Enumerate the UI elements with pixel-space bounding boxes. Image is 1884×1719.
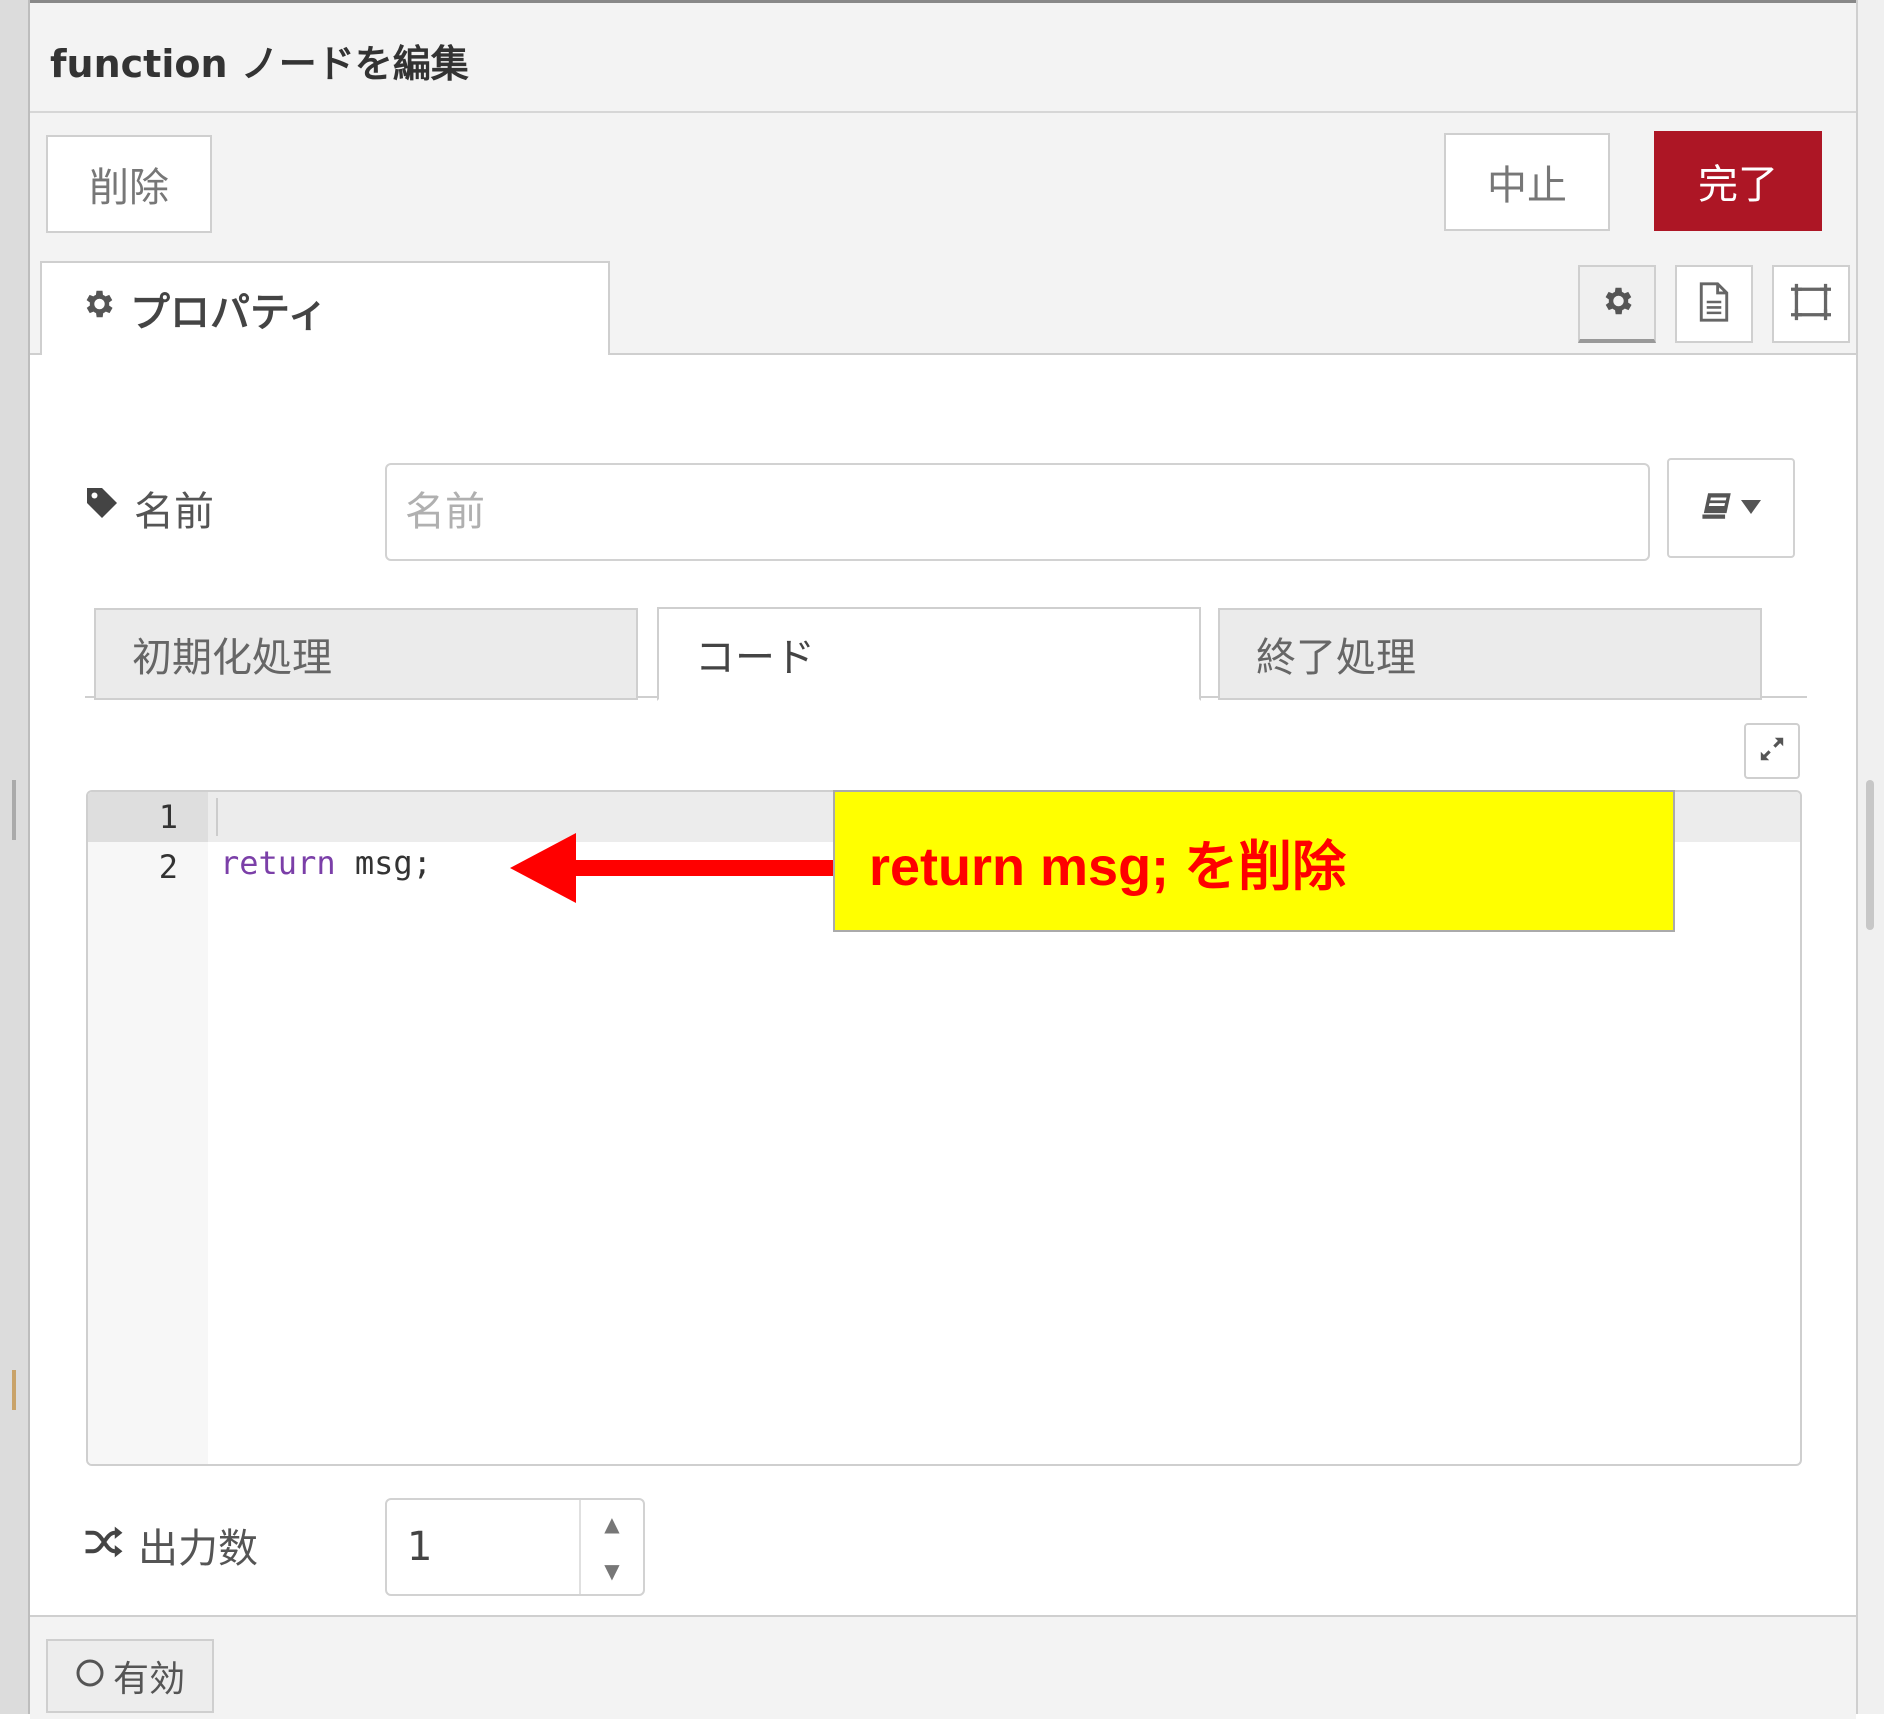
tab-properties[interactable]: プロパティ bbox=[40, 261, 610, 355]
name-label: 名前 bbox=[84, 479, 214, 537]
enable-toggle-button[interactable]: 有効 bbox=[46, 1639, 214, 1713]
subtab-finalize[interactable]: 終了処理 bbox=[1218, 608, 1762, 700]
enable-label: 有効 bbox=[112, 1659, 185, 1700]
line-number: 1 bbox=[158, 798, 178, 836]
properties-view-button[interactable] bbox=[1578, 265, 1656, 343]
code-keyword: return bbox=[220, 844, 336, 882]
name-input[interactable] bbox=[385, 463, 1650, 561]
description-view-button[interactable] bbox=[1675, 265, 1753, 343]
shuffle-icon bbox=[84, 1522, 124, 1568]
node-template-dropdown[interactable] bbox=[1667, 458, 1795, 558]
left-edge-strip bbox=[0, 0, 30, 1714]
outputs-label-text: 出力数 bbox=[138, 1526, 258, 1572]
frame-icon bbox=[1789, 282, 1833, 326]
circle-icon bbox=[75, 1656, 105, 1697]
stepper-down-icon[interactable]: ▼ bbox=[581, 1547, 643, 1594]
dialog-title: function ノードを編集 bbox=[50, 42, 469, 86]
right-scrollbar[interactable] bbox=[1856, 0, 1884, 1714]
annotation-callout: return msg; を削除 bbox=[833, 790, 1675, 932]
arrow-icon bbox=[510, 833, 840, 903]
header-divider bbox=[30, 111, 1856, 113]
outputs-label: 出力数 bbox=[84, 1516, 258, 1574]
caret-down-icon bbox=[1741, 499, 1761, 518]
line-number: 2 bbox=[158, 848, 178, 886]
tab-properties-label: プロパティ bbox=[130, 290, 328, 336]
stepper-up-icon[interactable]: ▲ bbox=[581, 1500, 643, 1547]
outputs-stepper[interactable]: 1 ▲ ▼ bbox=[385, 1498, 645, 1596]
text-cursor bbox=[216, 798, 218, 836]
tag-icon bbox=[84, 485, 120, 531]
document-icon bbox=[1696, 282, 1732, 326]
outputs-value[interactable]: 1 bbox=[407, 1500, 432, 1594]
gear-icon bbox=[80, 286, 116, 332]
subtab-code[interactable]: コード bbox=[657, 607, 1201, 701]
delete-button[interactable]: 削除 bbox=[46, 135, 212, 233]
code-text: msg; bbox=[335, 844, 432, 882]
done-button[interactable]: 完了 bbox=[1654, 131, 1822, 231]
name-label-text: 名前 bbox=[134, 489, 214, 535]
expand-icon bbox=[1758, 735, 1786, 767]
tray-tab-bar: プロパティ bbox=[30, 253, 1856, 355]
expand-editor-button[interactable] bbox=[1744, 723, 1800, 779]
cancel-button[interactable]: 中止 bbox=[1444, 133, 1610, 231]
book-icon bbox=[1701, 491, 1735, 525]
scrollbar-thumb[interactable] bbox=[1866, 780, 1874, 930]
subtab-initialize[interactable]: 初期化処理 bbox=[94, 608, 638, 700]
appearance-view-button[interactable] bbox=[1772, 265, 1850, 343]
dialog-footer: 有効 bbox=[30, 1615, 1856, 1719]
resize-handle[interactable] bbox=[12, 780, 16, 840]
editor-gutter bbox=[88, 792, 208, 1464]
gear-icon bbox=[1599, 283, 1635, 323]
code-line[interactable]: return msg; bbox=[220, 844, 432, 882]
edge-marker bbox=[12, 1370, 16, 1410]
edit-dialog: function ノードを編集 削除 中止 完了 プロパティ 名前 名前 初期化… bbox=[30, 0, 1856, 1719]
